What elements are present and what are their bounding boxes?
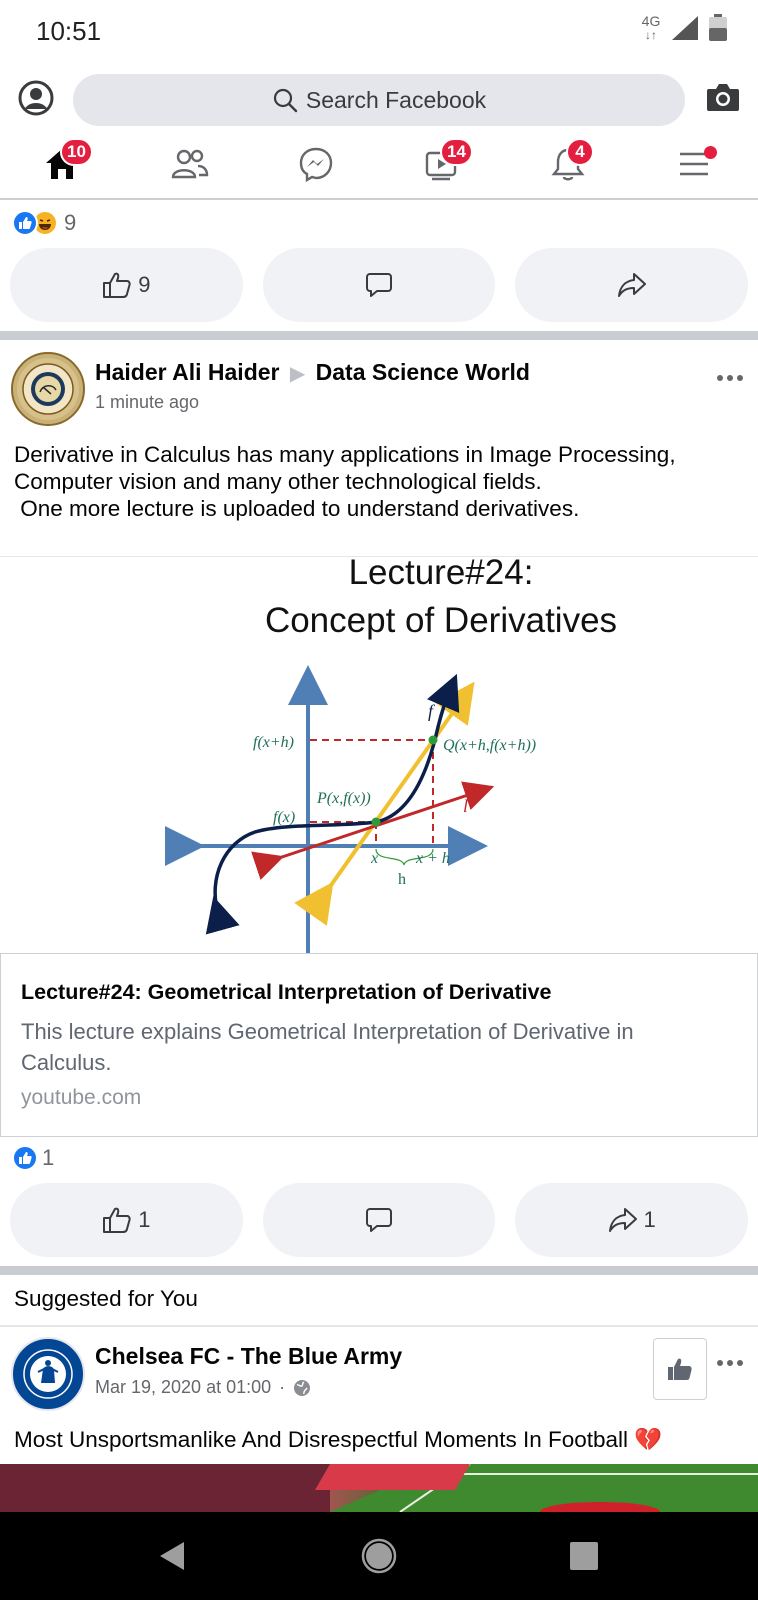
nav-home[interactable]: 10	[32, 136, 93, 192]
post-reaction-count: 1	[42, 1145, 55, 1170]
label-l: l	[463, 796, 468, 816]
section-divider	[0, 1325, 758, 1327]
label-fxh: f(x+h)	[253, 734, 294, 751]
post-more-options-button[interactable]	[710, 363, 750, 393]
post-author-line: Haider Ali Haider ▶ Data Science World	[95, 359, 530, 386]
search-icon	[273, 88, 298, 113]
like-page-button[interactable]	[653, 1338, 707, 1400]
battery-icon	[709, 14, 727, 41]
suggested-post-text: Most Unsportsmanlike And Disrespectful M…	[14, 1427, 663, 1452]
public-globe-icon	[294, 1379, 311, 1396]
friends-icon	[171, 149, 209, 179]
main-nav: 10 14 4	[0, 130, 758, 200]
prev-like-count: 9	[138, 272, 151, 297]
network-type-indicator: 4G ↓↑	[641, 13, 661, 42]
post-link-image[interactable]: Lecture#24: Concept of Derivatives f(x+h…	[0, 553, 758, 954]
link-preview-card[interactable]: Lecture#24: Geometrical Interpretation o…	[0, 953, 758, 1137]
back-icon[interactable]	[158, 1540, 186, 1572]
share-button[interactable]: 1	[515, 1183, 749, 1257]
label-x: x	[370, 850, 378, 867]
author-avatar[interactable]	[11, 352, 85, 426]
signal-icon	[672, 16, 698, 40]
label-xh: x + h	[415, 850, 450, 867]
camera-icon[interactable]	[706, 82, 740, 112]
post-reactions[interactable]: 1	[12, 1143, 54, 1173]
status-bar: 10:51 4G ↓↑	[0, 0, 758, 64]
link-domain: youtube.com	[21, 1086, 142, 1109]
suggested-more-options-button[interactable]	[710, 1348, 750, 1378]
nav-messenger[interactable]	[286, 136, 346, 192]
post-actions: 1 1	[10, 1183, 749, 1257]
watch-badge: 14	[440, 138, 473, 166]
suggested-video-thumbnail[interactable]	[0, 1464, 758, 1512]
prev-comment-button[interactable]	[262, 248, 496, 322]
like-reaction-icon	[12, 1145, 38, 1171]
chelsea-crest-icon	[15, 1341, 81, 1407]
chelsea-avatar[interactable]	[11, 1337, 85, 1411]
like-button[interactable]: 1	[10, 1183, 243, 1257]
prev-post-actions: 9	[10, 248, 749, 322]
timestamp-separator: ·	[279, 1377, 286, 1397]
derivative-diagram: f(x+h) f(x) P(x,f(x)) Q(x+h,f(x+h)) f l …	[165, 665, 536, 954]
suggested-timestamp[interactable]: Mar 19, 2020 at 01:00	[95, 1377, 271, 1398]
point-p	[371, 817, 381, 827]
like-reaction-icon	[12, 210, 38, 236]
label-p: P(x,f(x))	[316, 790, 371, 807]
share-icon	[617, 273, 646, 297]
point-q	[428, 735, 438, 745]
prev-reaction-count: 9	[64, 210, 77, 235]
label-fx: f(x)	[273, 809, 295, 826]
menu-notification-dot	[704, 146, 717, 159]
post-text: Derivative in Calculus has many applicat…	[14, 442, 676, 521]
feed-divider	[0, 331, 758, 340]
nav-notifications[interactable]: 4	[538, 136, 598, 192]
stadium-scene	[0, 1464, 758, 1512]
suggested-page-name[interactable]: Chelsea FC - The Blue Army	[95, 1343, 402, 1370]
post-group-name[interactable]: Data Science World	[316, 359, 530, 385]
post-author-name[interactable]: Haider Ali Haider	[95, 359, 279, 385]
post-timestamp[interactable]: 1 minute ago	[95, 392, 199, 413]
status-icons: 4G ↓↑	[640, 14, 728, 42]
thumbs-up-icon	[103, 272, 131, 298]
prev-post-reactions[interactable]: 9	[12, 208, 76, 238]
profile-icon[interactable]	[18, 80, 54, 116]
messenger-icon	[299, 147, 333, 182]
link-description: This lecture explains Geometrical Interp…	[21, 1019, 634, 1075]
thumbs-up-filled-icon	[668, 1358, 692, 1380]
notifications-badge: 4	[566, 138, 594, 166]
thumbs-up-icon	[103, 1207, 131, 1233]
home-button-icon[interactable]	[361, 1538, 397, 1574]
nav-menu[interactable]	[664, 136, 724, 192]
prev-like-button[interactable]: 9	[10, 248, 243, 322]
like-count: 1	[138, 1207, 151, 1232]
label-f: f	[428, 701, 436, 721]
nav-watch[interactable]: 14	[412, 136, 473, 192]
search-placeholder: Search Facebook	[305, 86, 487, 113]
share-icon	[608, 1208, 637, 1232]
recents-icon[interactable]	[569, 1541, 599, 1571]
data-arrows-icon: ↓↑	[645, 28, 657, 42]
group-arrow-icon: ▶	[289, 363, 306, 385]
suggested-section-title: Suggested for You	[14, 1286, 198, 1311]
nav-friends[interactable]	[160, 136, 220, 192]
author-avatar-emblem	[17, 358, 79, 420]
home-badge: 10	[60, 138, 93, 166]
comment-button[interactable]	[262, 1183, 496, 1257]
status-time: 10:51	[36, 16, 102, 46]
suggested-timestamp-line: Mar 19, 2020 at 01:00 ·	[95, 1377, 311, 1398]
android-nav-bar	[0, 1512, 758, 1600]
label-h: h	[398, 871, 406, 888]
comment-icon	[366, 1208, 392, 1232]
prev-share-button[interactable]	[515, 248, 749, 322]
label-q: Q(x+h,f(x+h))	[443, 737, 536, 754]
feed-divider	[0, 1266, 758, 1275]
share-count: 1	[643, 1207, 656, 1232]
comment-icon	[366, 273, 392, 297]
search-input[interactable]: Search Facebook	[73, 74, 685, 126]
link-title: Lecture#24: Geometrical Interpretation o…	[21, 980, 552, 1004]
top-bar: Search Facebook	[0, 72, 758, 128]
